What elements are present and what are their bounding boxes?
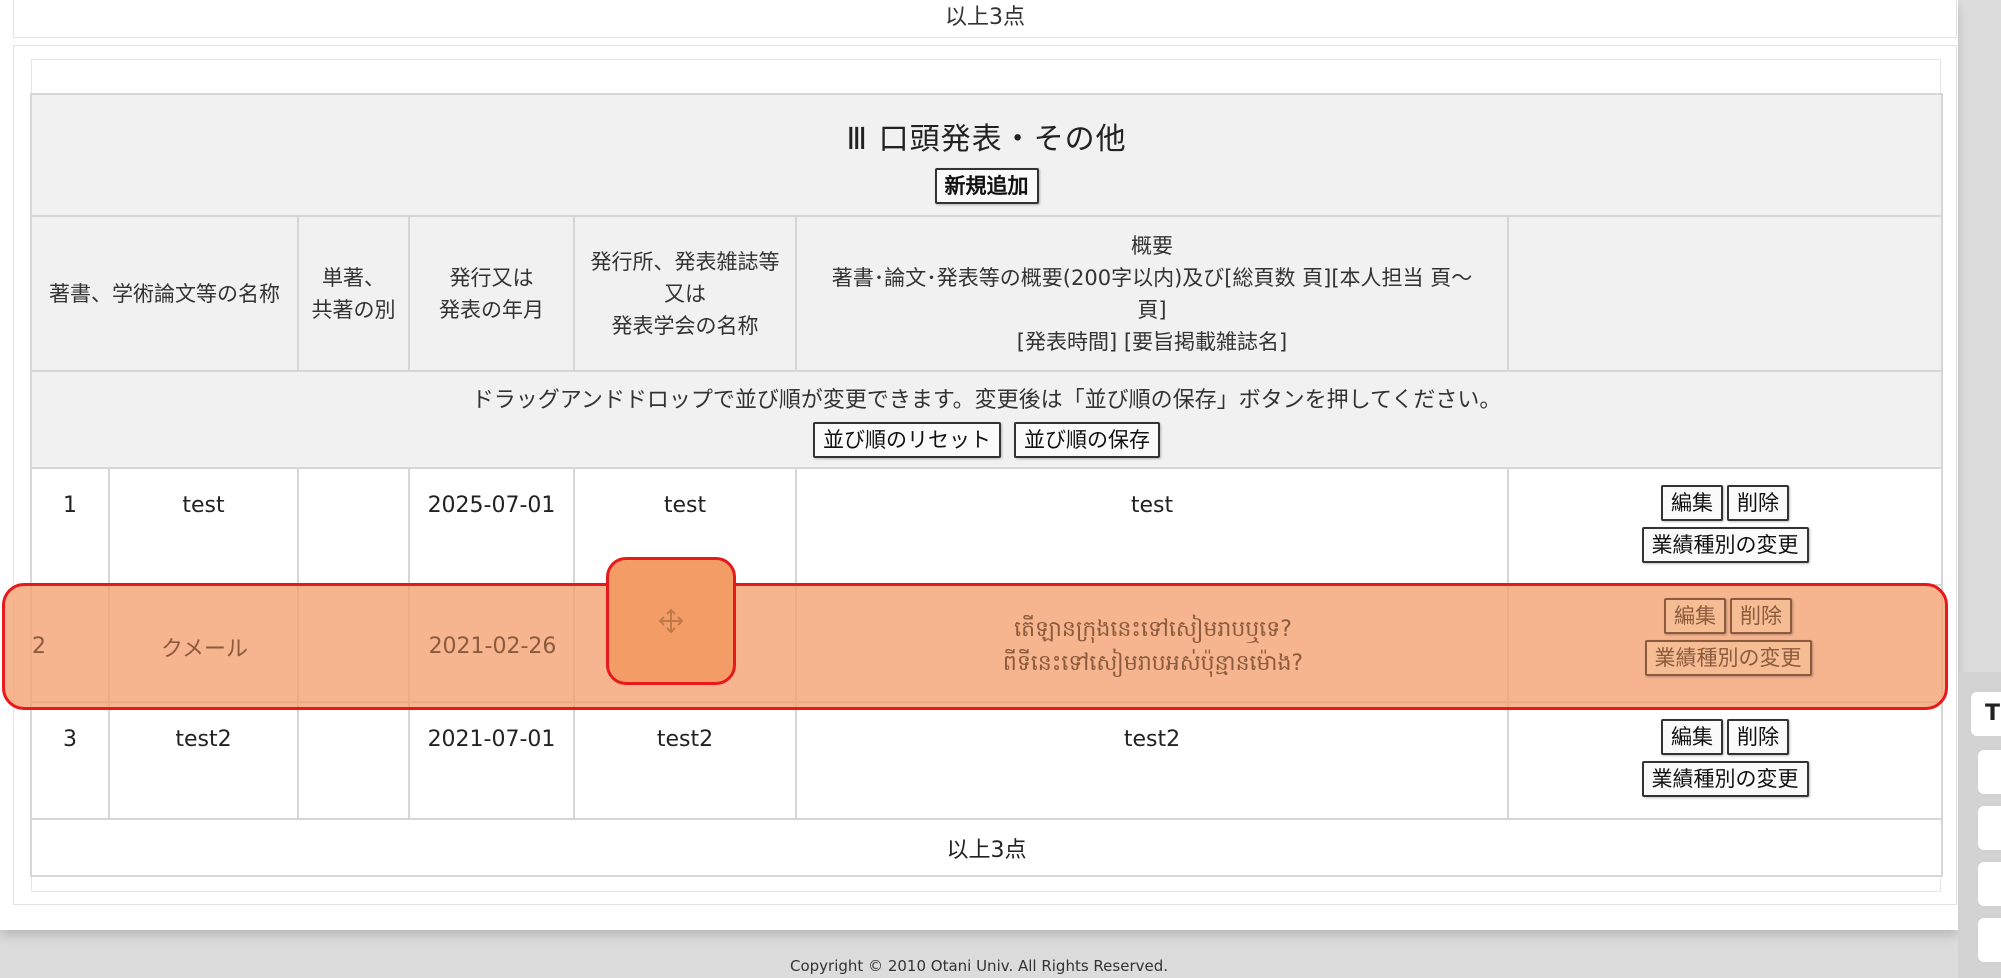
dragged-row[interactable]: 2 クメール 2021-02-26 តើឡានក្រុងនេះទៅសៀមរាបឬ… — [2, 583, 1948, 710]
row-summary: test — [795, 467, 1509, 586]
page: 以上3点 Ⅲ 口頭発表・その他 新規追加 著書、学術論文等の名称 単著、 共著の… — [0, 0, 1958, 930]
row-summary-line: ពីទីនេះទៅសៀមរាបអស់ប៉ុន្មានម៉ោង? — [1002, 650, 1304, 676]
previous-section-count: 以上3点 — [945, 5, 1025, 30]
row-name: クメール — [160, 636, 249, 662]
drag-handle[interactable] — [606, 557, 736, 685]
row-actions: 編集 削除 業績種別の変更 — [1506, 467, 1944, 586]
section-count: 以上3点 — [29, 818, 1944, 877]
row-authorship — [299, 586, 410, 707]
row-date: 2021-07-01 — [408, 701, 575, 820]
delete-button[interactable]: 削除 — [1727, 485, 1790, 521]
section-header: Ⅲ 口頭発表・その他 新規追加 — [29, 93, 1944, 217]
change-type-button[interactable]: 業績種別の変更 — [1641, 761, 1809, 797]
change-type-button[interactable]: 業績種別の変更 — [1641, 527, 1809, 563]
copyright: Copyright © 2010 Otani Univ. All Rights … — [789, 957, 1169, 975]
row-name: test2 — [108, 701, 299, 820]
reorder-note-row: ドラッグアンドドロップで並び順が変更できます。変更後は「並び順の保存」ボタンを押… — [29, 370, 1944, 469]
row-actions: 編集 削除 業績種別の変更 — [1635, 598, 1821, 676]
row-number: 2 — [32, 634, 46, 659]
edit-button[interactable]: 編集 — [1661, 719, 1724, 755]
column-header-name: 著書、学術論文等の名称 — [30, 215, 299, 372]
row-date: 2021-02-26 — [428, 634, 557, 659]
previous-section-footer: 以上3点 — [13, 0, 1957, 38]
change-type-button[interactable]: 業績種別の変更 — [1644, 640, 1812, 676]
side-widget-tab[interactable]: T — [1971, 692, 2001, 736]
column-header-actions — [1506, 215, 1944, 372]
row-number: 3 — [30, 701, 110, 820]
row-authorship — [297, 467, 410, 586]
edit-button[interactable]: 編集 — [1661, 485, 1724, 521]
side-widget-slot[interactable] — [1978, 750, 2001, 794]
add-new-button[interactable]: 新規追加 — [934, 168, 1039, 204]
table-row[interactable]: 3 test2 2021-07-01 test2 test2 編集 削除 業績種別… — [30, 701, 1944, 820]
delete-button[interactable]: 削除 — [1727, 719, 1790, 755]
row-date: 2025-07-01 — [408, 467, 575, 586]
save-order-button[interactable]: 並び順の保存 — [1014, 421, 1161, 458]
row-name: test — [108, 467, 299, 586]
side-widget[interactable]: T — [1958, 672, 2001, 978]
row-summary: test2 — [795, 701, 1509, 820]
row-actions: 編集 削除 業績種別の変更 — [1506, 701, 1944, 820]
column-header-summary: 概要 著書･論文･発表等の概要(200字以内)及び[総頁数 頁][本人担当 頁～… — [795, 215, 1509, 372]
column-header-date: 発行又は 発表の年月 — [408, 215, 575, 372]
table-row[interactable]: 1 test 2025-07-01 test test 編集 削除 業績種別の変更 — [30, 467, 1944, 586]
side-widget-slot[interactable] — [1978, 806, 2001, 850]
row-number: 1 — [30, 467, 110, 586]
works-table: Ⅲ 口頭発表・その他 新規追加 著書、学術論文等の名称 単著、 共著の別 発行又… — [29, 93, 1944, 877]
reset-order-button[interactable]: 並び順のリセット — [813, 421, 1002, 458]
column-header-authorship: 単著、 共著の別 — [297, 215, 410, 372]
row-summary-line: តើឡានក្រុងនេះទៅសៀមរាបឬទេ? — [1014, 616, 1292, 642]
move-icon — [658, 608, 684, 634]
side-widget-slot[interactable] — [1978, 862, 2001, 906]
section-title: Ⅲ 口頭発表・その他 — [846, 122, 1127, 157]
row-publisher: test2 — [573, 701, 797, 820]
row-authorship — [297, 701, 410, 820]
side-widget-slot[interactable] — [1978, 918, 2001, 962]
edit-button[interactable]: 編集 — [1664, 598, 1726, 634]
reorder-instructions: ドラッグアンドドロップで並び順が変更できます。変更後は「並び順の保存」ボタンを押… — [471, 387, 1502, 413]
row-summary: តើឡានក្រុងនេះទៅសៀមរាបឬទេ? ពីទីនេះទៅសៀមរា… — [797, 586, 1509, 707]
column-header-publisher: 発行所、発表雑誌等 又は 発表学会の名称 — [573, 215, 797, 372]
delete-button[interactable]: 削除 — [1730, 598, 1792, 634]
